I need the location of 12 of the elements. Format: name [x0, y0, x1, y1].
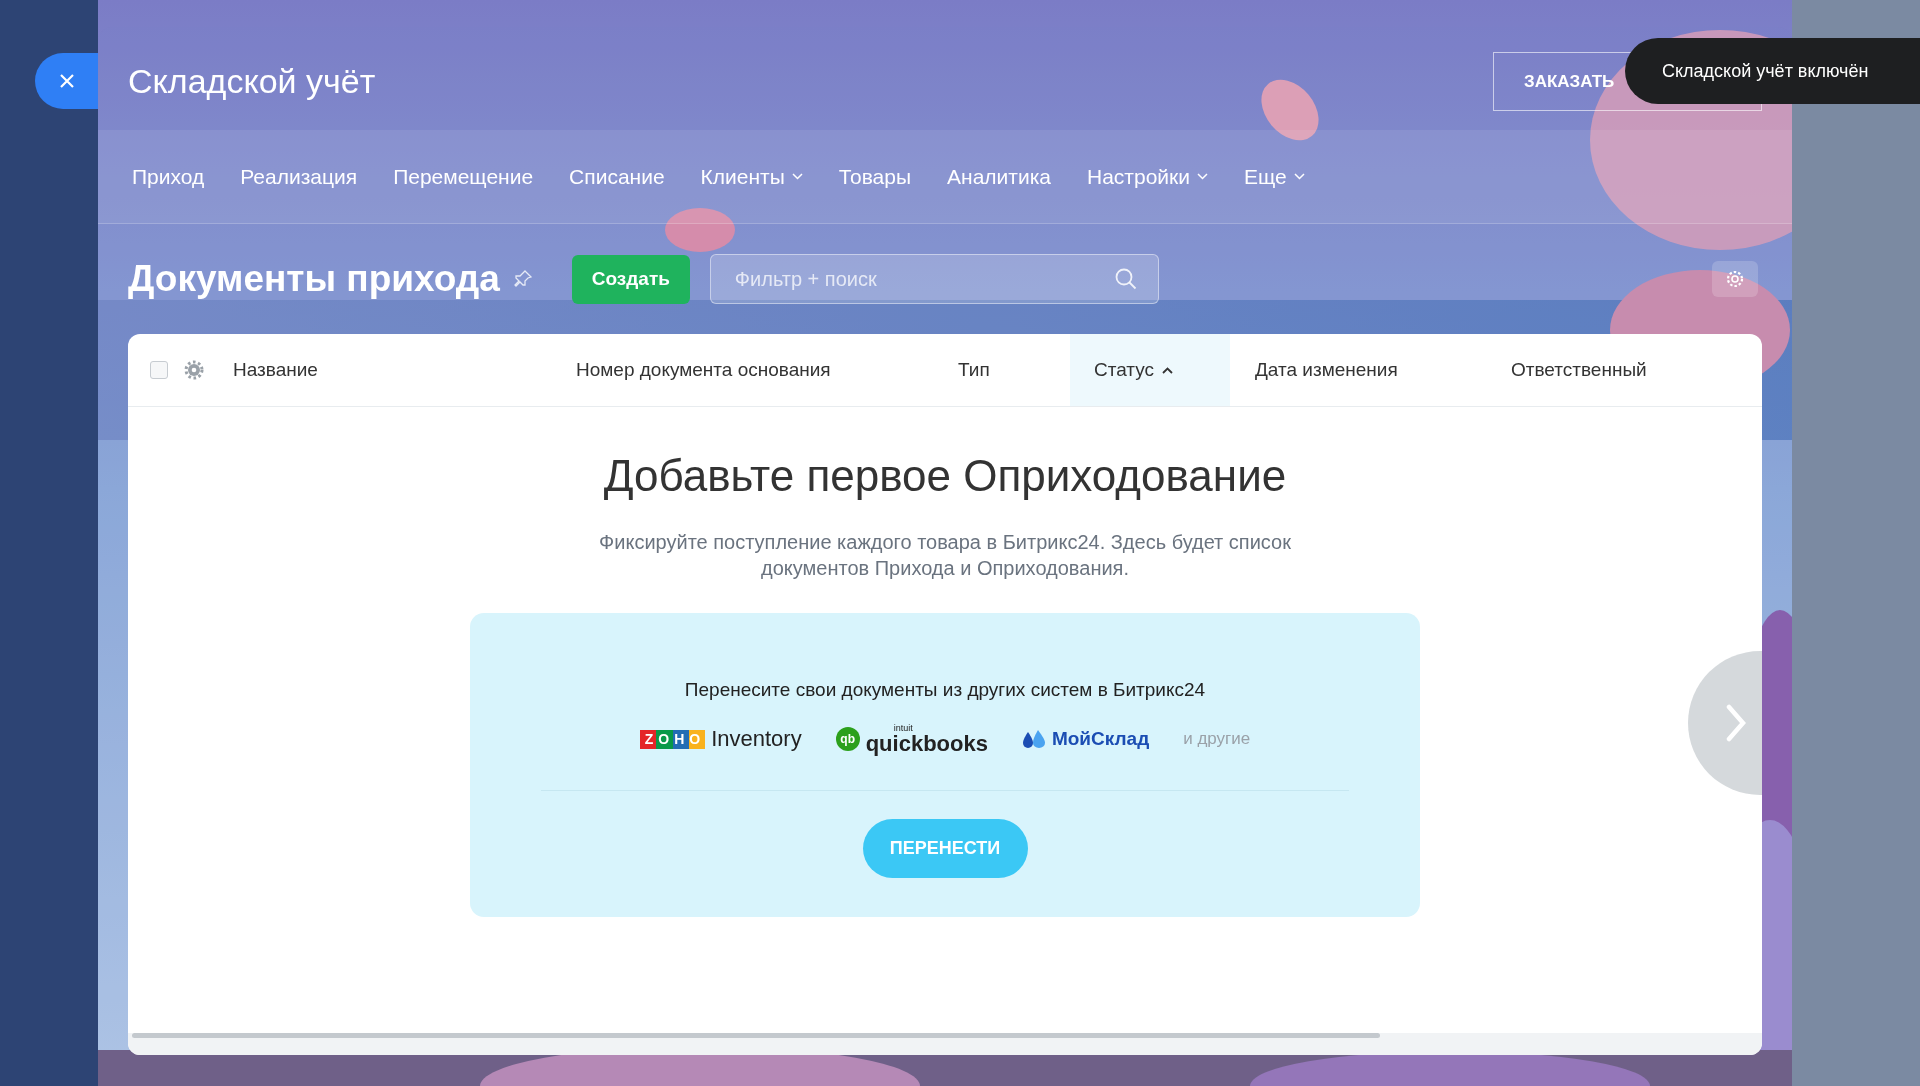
quickbooks-logo: qb — [835, 727, 860, 751]
others-label: и другие — [1183, 729, 1251, 749]
import-prompt: Перенесите свои документы из других систем в Битрикс24 — [684, 679, 1206, 701]
app-title: Складской учёт — [128, 62, 376, 101]
empty-state-heading: Добавьте первое Оприходование — [603, 451, 1287, 501]
page-title: Документы прихода — [128, 258, 500, 300]
logo-text: intuit — [893, 723, 914, 733]
notification-toast: Складской учёт включён — [1625, 38, 1920, 104]
empty-state-text: Фиксируйте поступление каждого товара в Битрикс24. Здесь будет список документов Прихода и Оприходования. — [598, 530, 1292, 581]
logo-text: МойСклад — [1051, 728, 1150, 750]
logo-text: quickbooks — [865, 732, 988, 755]
logo-text: Inventory — [711, 726, 802, 752]
